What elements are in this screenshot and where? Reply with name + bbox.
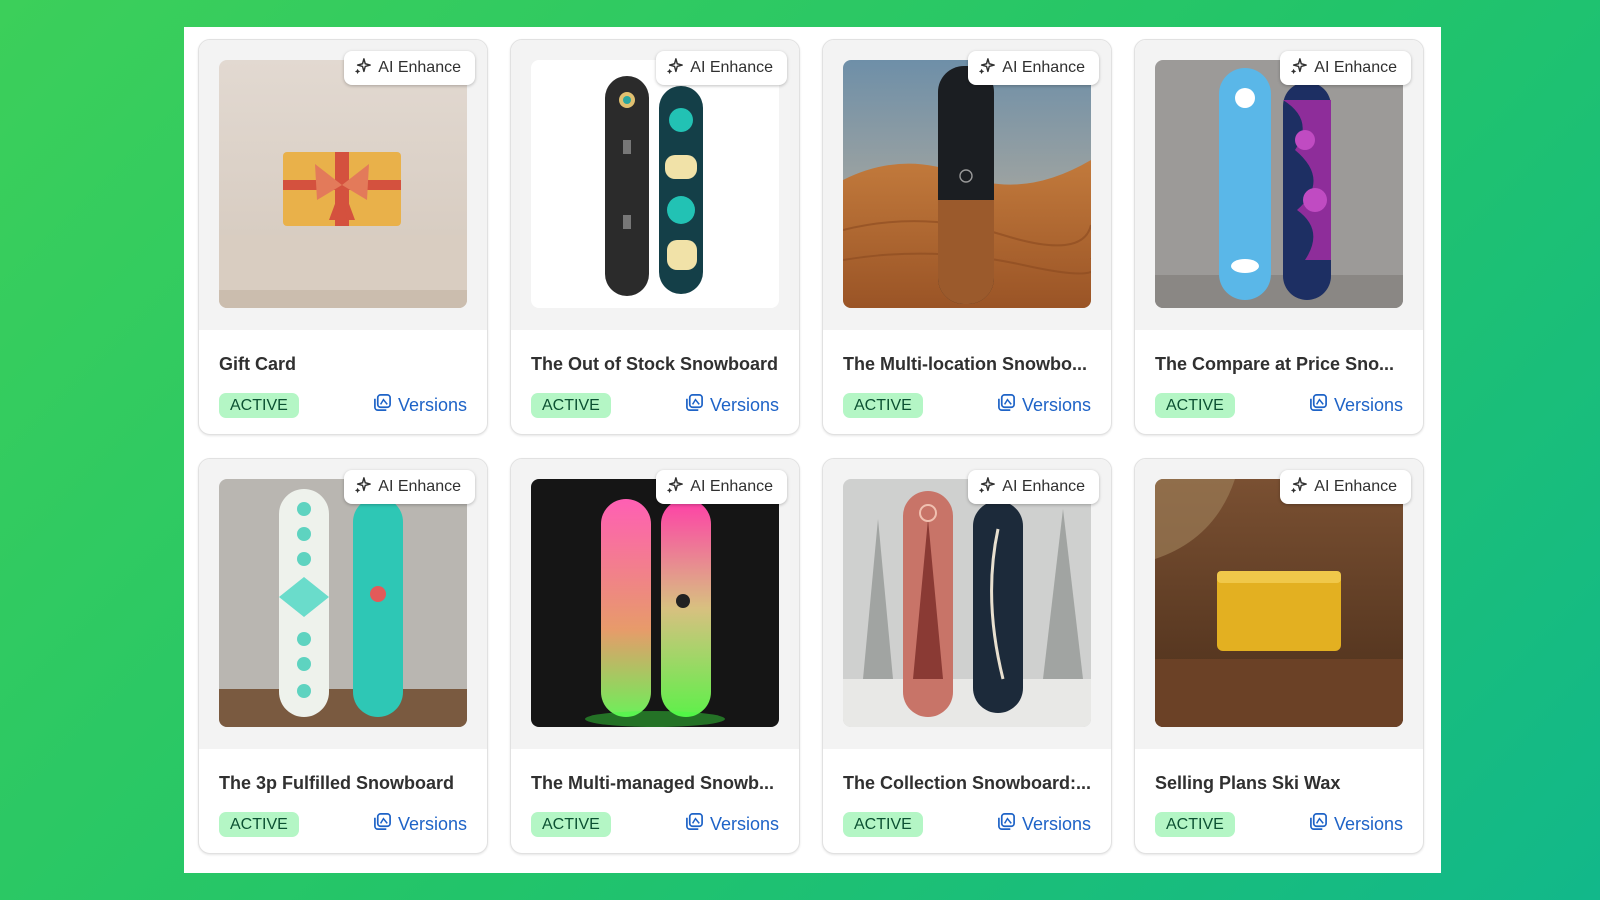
product-image-out-of-stock[interactable] <box>531 60 779 308</box>
ai-enhance-button[interactable]: AI Enhance <box>968 51 1099 85</box>
ai-enhance-button[interactable]: AI Enhance <box>1280 51 1411 85</box>
product-card[interactable]: AI Enhance Gift Card ACTIVE Versions <box>198 39 488 435</box>
ai-enhance-label: AI Enhance <box>690 478 773 495</box>
ai-enhance-label: AI Enhance <box>1314 478 1397 495</box>
product-image-multi-managed[interactable] <box>531 479 779 727</box>
ai-enhance-label: AI Enhance <box>1002 478 1085 495</box>
status-badge: ACTIVE <box>219 393 299 418</box>
product-title[interactable]: Selling Plans Ski Wax <box>1155 773 1411 794</box>
versions-icon <box>1309 812 1328 836</box>
versions-link[interactable]: Versions <box>1309 392 1403 418</box>
product-image-3p-fulfilled[interactable] <box>219 479 467 727</box>
sparkles-icon <box>978 57 996 80</box>
sparkles-icon <box>978 476 996 499</box>
versions-link[interactable]: Versions <box>1309 811 1403 837</box>
versions-label: Versions <box>1021 394 1091 415</box>
status-badge: ACTIVE <box>219 812 299 837</box>
versions-icon <box>685 812 704 836</box>
product-card[interactable]: AI Enhance The Collection Snowboard:... … <box>822 458 1112 854</box>
ai-enhance-button[interactable]: AI Enhance <box>656 470 787 504</box>
product-title[interactable]: The Collection Snowboard:... <box>843 773 1099 794</box>
product-image-ski-wax[interactable] <box>1155 479 1403 727</box>
versions-label: Versions <box>397 394 467 415</box>
product-title[interactable]: The Multi-location Snowbo... <box>843 354 1099 375</box>
versions-icon <box>373 393 392 417</box>
product-media: AI Enhance <box>199 40 487 330</box>
product-card[interactable]: AI Enhance The 3p Fulfilled Snowboard AC… <box>198 458 488 854</box>
product-grid-panel: AI Enhance Gift Card ACTIVE Versions AI … <box>184 27 1441 873</box>
ai-enhance-button[interactable]: AI Enhance <box>656 51 787 85</box>
versions-link[interactable]: Versions <box>373 811 467 837</box>
status-badge: ACTIVE <box>531 812 611 837</box>
product-card[interactable]: AI Enhance The Multi-managed Snowb... AC… <box>510 458 800 854</box>
product-image-gift-card[interactable] <box>219 60 467 308</box>
product-media: AI Enhance <box>823 459 1111 749</box>
versions-icon <box>685 393 704 417</box>
product-media: AI Enhance <box>1135 459 1423 749</box>
ai-enhance-label: AI Enhance <box>1314 59 1397 76</box>
product-image-compare-price[interactable] <box>1155 60 1403 308</box>
versions-link[interactable]: Versions <box>997 811 1091 837</box>
product-card[interactable]: AI Enhance Selling Plans Ski Wax ACTIVE … <box>1134 458 1424 854</box>
status-badge: ACTIVE <box>1155 393 1235 418</box>
product-card[interactable]: AI Enhance The Multi-location Snowbo... … <box>822 39 1112 435</box>
ai-enhance-label: AI Enhance <box>690 59 773 76</box>
product-title[interactable]: The Compare at Price Sno... <box>1155 354 1411 375</box>
versions-label: Versions <box>1333 813 1403 834</box>
ai-enhance-label: AI Enhance <box>1002 59 1085 76</box>
sparkles-icon <box>1290 57 1308 80</box>
versions-label: Versions <box>1333 394 1403 415</box>
versions-link[interactable]: Versions <box>685 811 779 837</box>
status-badge: ACTIVE <box>531 393 611 418</box>
product-title[interactable]: The 3p Fulfilled Snowboard <box>219 773 475 794</box>
sparkles-icon <box>1290 476 1308 499</box>
product-image-collection[interactable] <box>843 479 1091 727</box>
versions-link[interactable]: Versions <box>373 392 467 418</box>
ai-enhance-button[interactable]: AI Enhance <box>968 470 1099 504</box>
sparkles-icon <box>354 57 372 80</box>
product-media: AI Enhance <box>511 40 799 330</box>
product-image-multi-location[interactable] <box>843 60 1091 308</box>
sparkles-icon <box>666 476 684 499</box>
status-badge: ACTIVE <box>843 812 923 837</box>
versions-label: Versions <box>397 813 467 834</box>
versions-icon <box>1309 393 1328 417</box>
sparkles-icon <box>666 57 684 80</box>
versions-link[interactable]: Versions <box>685 392 779 418</box>
status-badge: ACTIVE <box>843 393 923 418</box>
product-card[interactable]: AI Enhance The Out of Stock Snowboard AC… <box>510 39 800 435</box>
product-title[interactable]: The Multi-managed Snowb... <box>531 773 787 794</box>
product-media: AI Enhance <box>1135 40 1423 330</box>
product-media: AI Enhance <box>511 459 799 749</box>
product-grid: AI Enhance Gift Card ACTIVE Versions AI … <box>198 39 1424 854</box>
versions-label: Versions <box>709 813 779 834</box>
product-title[interactable]: Gift Card <box>219 354 475 375</box>
ai-enhance-button[interactable]: AI Enhance <box>344 470 475 504</box>
versions-icon <box>997 812 1016 836</box>
ai-enhance-label: AI Enhance <box>378 59 461 76</box>
versions-link[interactable]: Versions <box>997 392 1091 418</box>
sparkles-icon <box>354 476 372 499</box>
status-badge: ACTIVE <box>1155 812 1235 837</box>
ai-enhance-label: AI Enhance <box>378 478 461 495</box>
versions-icon <box>997 393 1016 417</box>
versions-label: Versions <box>709 394 779 415</box>
versions-icon <box>373 812 392 836</box>
ai-enhance-button[interactable]: AI Enhance <box>344 51 475 85</box>
product-media: AI Enhance <box>823 40 1111 330</box>
ai-enhance-button[interactable]: AI Enhance <box>1280 470 1411 504</box>
product-media: AI Enhance <box>199 459 487 749</box>
product-card[interactable]: AI Enhance The Compare at Price Sno... A… <box>1134 39 1424 435</box>
versions-label: Versions <box>1021 813 1091 834</box>
product-title[interactable]: The Out of Stock Snowboard <box>531 354 787 375</box>
